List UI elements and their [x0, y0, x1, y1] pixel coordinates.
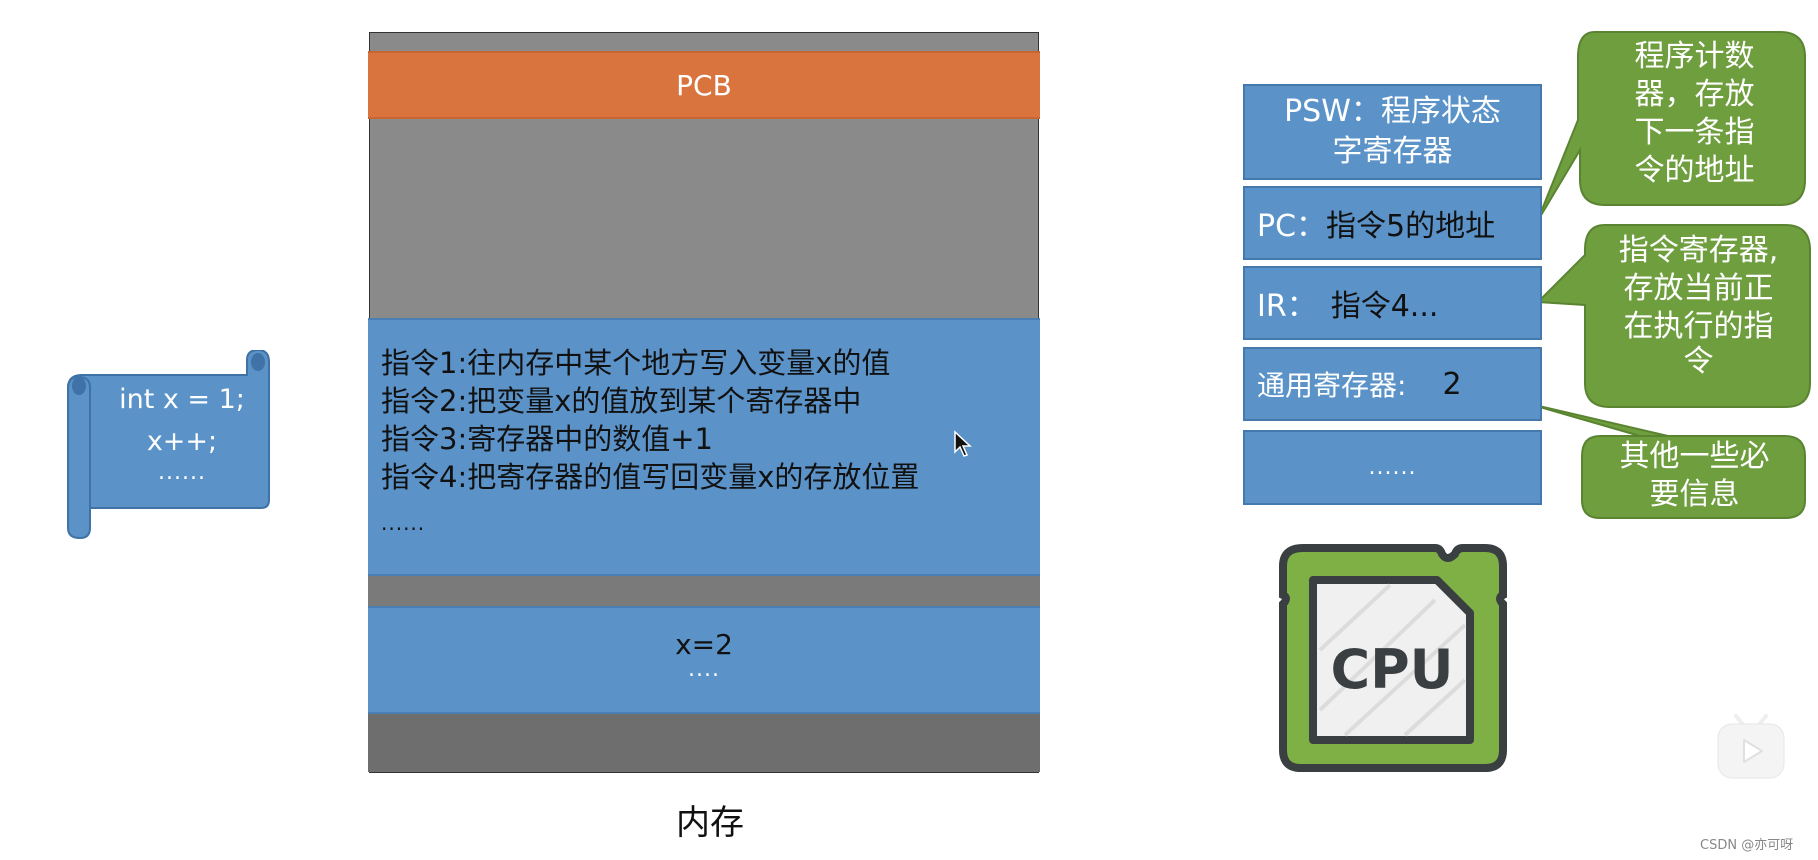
callout-line: 下一条指 [1634, 115, 1755, 150]
callout-line: 指令寄存器, [1618, 233, 1779, 268]
callout-line: 程序计数 [1634, 39, 1755, 74]
code-line: int x = 1; [119, 384, 245, 415]
callout-line: 在执行的指 [1623, 309, 1774, 344]
pcb-band: PCB [368, 51, 1040, 119]
register-name: 通用寄存器: [1257, 369, 1407, 402]
callout-other-text: 其他一些必 要信息 [1582, 438, 1807, 514]
cpu-icon: CPU [1279, 544, 1507, 772]
data-block: x=2 .... [368, 606, 1040, 714]
register-name: PC： [1257, 209, 1327, 244]
instruction-line: 指令1:往内存中某个地方写入变量x的值 [381, 346, 891, 380]
register-more: ...... [1243, 430, 1542, 505]
register-value: 指令4... [1330, 289, 1439, 324]
callout-pc-text: 程序计数 器，存放 下一条指 令的地址 [1582, 38, 1807, 190]
mouse-cursor-icon [954, 430, 972, 457]
instruction-line: 指令2:把变量x的值放到某个寄存器中 [381, 384, 862, 418]
register-value: 指令5的地址 [1326, 209, 1496, 244]
callout-line: 器，存放 [1634, 77, 1755, 112]
code-line: ...... [158, 460, 206, 485]
register-pc: PC： 指令5的地址 [1243, 186, 1542, 260]
cpu-label: CPU [1330, 638, 1453, 701]
callout-ir-text: 指令寄存器, 存放当前正 在执行的指 令 [1586, 232, 1811, 378]
register-general-purpose: 通用寄存器: 2 [1243, 347, 1542, 421]
register-ellipsis: ...... [1368, 455, 1417, 480]
register-psw-line: PSW：程序状态 [1284, 94, 1501, 129]
register-name: IR： [1257, 289, 1317, 324]
callout-line: 要信息 [1649, 477, 1740, 512]
instruction-line: 指令4:把寄存器的值写回变量x的存放位置 [381, 460, 920, 494]
callout-line: 令的地址 [1634, 153, 1755, 188]
video-play-icon[interactable] [1716, 712, 1786, 782]
memory-bottom [368, 714, 1040, 772]
code-line: x++; [146, 426, 218, 457]
register-psw: PSW：程序状态 字寄存器 [1243, 84, 1542, 180]
data-ellipsis: .... [688, 657, 720, 682]
register-value: 2 [1442, 366, 1462, 402]
memory-gap [368, 576, 1040, 606]
register-ir: IR： 指令4... [1243, 266, 1542, 340]
callout-line: 存放当前正 [1623, 271, 1774, 306]
code-snippet-scroll: int x = 1; x++; ...... [62, 350, 272, 540]
memory-label: 内存 [676, 803, 744, 843]
pcb-label: PCB [676, 68, 732, 102]
callout-line: 其他一些必 [1619, 439, 1770, 474]
instruction-ellipsis: ...... [381, 511, 426, 535]
memory-block: PCB 指令1:往内存中某个地方写入变量x的值 指令2:把变量x的值放到某个寄存… [368, 32, 1040, 773]
register-psw-line: 字寄存器 [1332, 134, 1453, 169]
watermark: CSDN @亦可呀 [1700, 838, 1794, 853]
instruction-block: 指令1:往内存中某个地方写入变量x的值 指令2:把变量x的值放到某个寄存器中 指… [368, 318, 1040, 576]
instruction-line: 指令3:寄存器中的数值+1 [381, 422, 713, 456]
callout-line: 令 [1683, 344, 1714, 379]
